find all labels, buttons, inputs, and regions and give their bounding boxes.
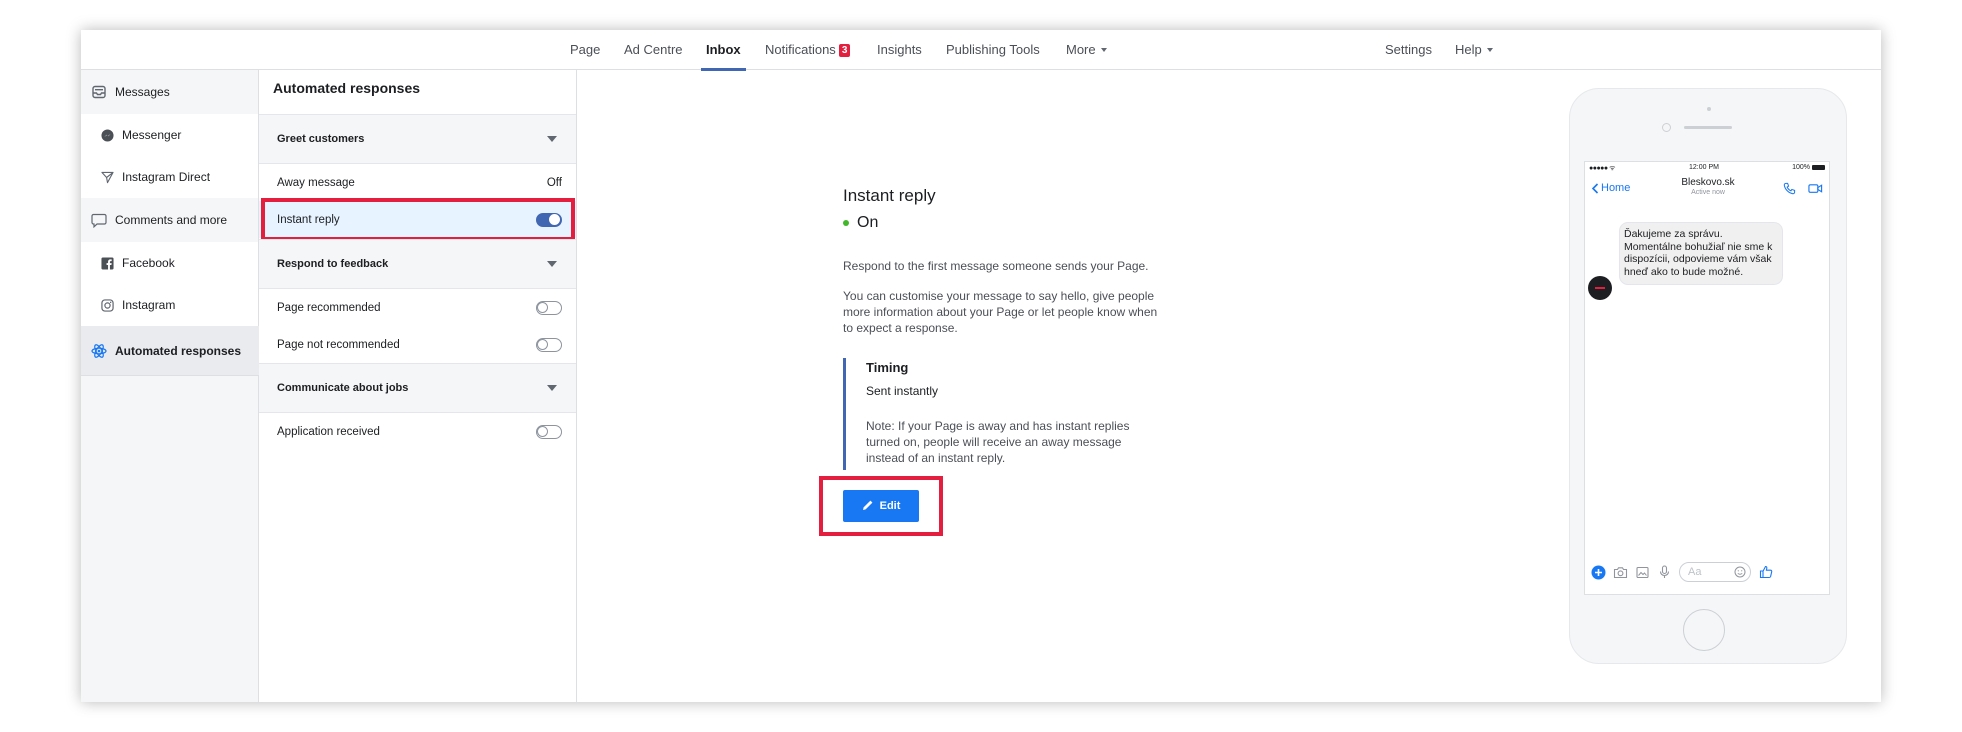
away-message-row[interactable]: Away message Off xyxy=(259,164,576,201)
comment-bubble-icon xyxy=(91,212,107,228)
status-indicator: On xyxy=(843,214,878,232)
microphone-icon[interactable] xyxy=(1657,565,1672,580)
sidebar-item-comments-and-more[interactable]: Comments and more xyxy=(81,198,259,242)
sidebar-label: Comments and more xyxy=(115,213,228,227)
page-recommended-row[interactable]: Page recommended xyxy=(259,289,576,326)
top-nav: Page Ad Centre Inbox Notifications 3 Insi… xyxy=(81,30,1881,71)
section-greet-customers[interactable]: Greet customers xyxy=(259,114,576,164)
automated-responses-panel: Automated responses Greet customers Away… xyxy=(259,70,577,702)
description-primary: Respond to the first message someone sen… xyxy=(843,259,1149,273)
caret-down-icon xyxy=(1100,48,1107,52)
sidebar-item-messenger[interactable]: Messenger xyxy=(81,114,258,156)
sidebar: Messages Messenger Instagram Direct Comm… xyxy=(81,70,259,702)
direct-send-icon xyxy=(100,170,114,184)
battery-indicator: 100% xyxy=(1792,164,1825,171)
application-received-toggle[interactable] xyxy=(536,424,562,439)
nav-publishing-tools[interactable]: Publishing Tools xyxy=(946,30,1040,70)
chat-header: Home Bleskovo.sk Active now xyxy=(1585,174,1831,204)
phone-speaker xyxy=(1684,126,1732,129)
sidebar-label: Messenger xyxy=(122,128,182,142)
message-composer: Aa xyxy=(1591,562,1827,582)
nav-page[interactable]: Page xyxy=(570,30,600,70)
image-icon[interactable] xyxy=(1635,565,1650,580)
section-communicate-about-jobs[interactable]: Communicate about jobs xyxy=(259,363,576,413)
phone-camera xyxy=(1662,123,1671,132)
section-label: Greet customers xyxy=(277,133,365,145)
nav-insights[interactable]: Insights xyxy=(877,30,922,70)
highlight-box xyxy=(819,476,943,536)
messenger-icon xyxy=(100,128,114,142)
highlight-box xyxy=(261,198,575,241)
phone-sensor xyxy=(1707,107,1711,111)
timing-note: Note: If your Page is away and has insta… xyxy=(866,419,1130,465)
row-label: Application received xyxy=(277,425,380,438)
sidebar-item-messages[interactable]: Messages xyxy=(81,70,259,114)
plus-circle-icon[interactable] xyxy=(1591,565,1606,580)
timing-block: Timing Sent instantly Note: If your Page… xyxy=(843,358,1133,470)
nav-more[interactable]: More xyxy=(1066,30,1107,70)
message-bubble: Ďakujeme za správu. Momentálne bohužiaľ … xyxy=(1619,222,1783,285)
page-not-recommended-toggle[interactable] xyxy=(536,337,562,352)
phone-screen: ●●●●● ᯤ 12:00 PM 100% Home Bleskovo.sk A… xyxy=(1584,161,1830,595)
instagram-icon xyxy=(100,298,114,312)
automation-atom-icon xyxy=(91,343,107,359)
nav-help[interactable]: Help xyxy=(1455,30,1493,70)
nav-notifications[interactable]: Notifications 3 xyxy=(765,30,851,70)
sidebar-label: Facebook xyxy=(122,256,175,270)
panel-title: Automated responses xyxy=(273,80,421,96)
section-respond-to-feedback[interactable]: Respond to feedback xyxy=(259,239,576,289)
triangle-down-icon xyxy=(547,261,557,267)
signal-icon: ●●●●● ᯤ xyxy=(1589,165,1615,172)
input-placeholder: Aa xyxy=(1688,566,1702,578)
sidebar-label: Messages xyxy=(115,85,170,99)
row-label: Page recommended xyxy=(277,301,381,314)
phone-call-icon[interactable] xyxy=(1783,182,1796,198)
section-label: Respond to feedback xyxy=(277,258,389,270)
triangle-down-icon xyxy=(547,136,557,142)
phone-status-bar: ●●●●● ᯤ 12:00 PM 100% xyxy=(1585,162,1831,174)
detail-title: Instant reply xyxy=(843,186,936,205)
notifications-badge: 3 xyxy=(838,44,851,57)
away-message-status: Off xyxy=(546,176,562,189)
row-label: Page not recommended xyxy=(277,338,400,351)
application-received-row[interactable]: Application received xyxy=(259,413,576,450)
avatar xyxy=(1588,276,1612,300)
thumbs-up-icon[interactable] xyxy=(1758,565,1773,580)
phone-time: 12:00 PM xyxy=(1689,164,1719,171)
inbox-tray-icon xyxy=(91,84,107,100)
instant-reply-detail: Instant reply On Respond to the first me… xyxy=(577,70,1881,702)
nav-ad-centre[interactable]: Ad Centre xyxy=(624,30,683,70)
phone-preview: ●●●●● ᯤ 12:00 PM 100% Home Bleskovo.sk A… xyxy=(1569,88,1847,664)
sidebar-label: Automated responses xyxy=(115,343,242,358)
nav-inbox[interactable]: Inbox xyxy=(701,30,746,71)
video-call-icon[interactable] xyxy=(1808,182,1823,198)
caret-down-icon xyxy=(1486,48,1493,52)
nav-settings[interactable]: Settings xyxy=(1385,30,1432,70)
sidebar-item-instagram[interactable]: Instagram xyxy=(81,284,258,326)
sidebar-item-facebook[interactable]: Facebook xyxy=(81,242,258,284)
app-frame: Page Ad Centre Inbox Notifications 3 Insi… xyxy=(81,30,1881,702)
description-secondary: You can customise your message to say he… xyxy=(843,289,1158,335)
call-actions xyxy=(1783,182,1823,198)
battery-icon xyxy=(1812,165,1825,170)
timing-heading: Timing xyxy=(866,360,909,375)
sidebar-item-instagram-direct[interactable]: Instagram Direct xyxy=(81,156,258,198)
timing-value: Sent instantly xyxy=(866,384,939,398)
sidebar-label: Instagram xyxy=(122,298,176,312)
status-text: On xyxy=(857,214,879,231)
sidebar-item-automated-responses[interactable]: Automated responses xyxy=(81,326,259,376)
section-label: Communicate about jobs xyxy=(277,382,409,394)
row-label: Away message xyxy=(277,176,355,189)
phone-home-button xyxy=(1683,609,1725,651)
page-not-recommended-row[interactable]: Page not recommended xyxy=(259,326,576,363)
sidebar-label: Instagram Direct xyxy=(122,170,211,184)
facebook-icon xyxy=(100,256,114,270)
message-input[interactable]: Aa xyxy=(1679,562,1751,582)
camera-icon[interactable] xyxy=(1613,565,1628,580)
emoji-icon[interactable] xyxy=(1734,566,1746,578)
status-dot-icon xyxy=(843,220,849,226)
triangle-down-icon xyxy=(547,385,557,391)
page-recommended-toggle[interactable] xyxy=(536,300,562,315)
